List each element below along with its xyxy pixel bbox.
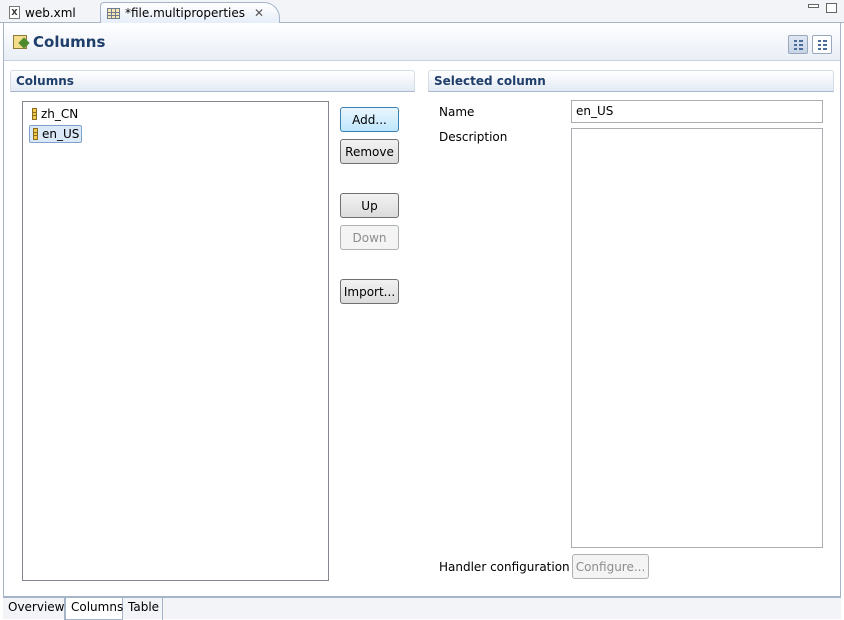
list-item[interactable]: zh_CN: [29, 105, 80, 123]
list-item-label: zh_CN: [41, 107, 79, 121]
description-textarea[interactable]: [571, 128, 823, 548]
layout-horizontal-button[interactable]: [788, 35, 808, 54]
add-button[interactable]: Add...: [340, 107, 399, 132]
selected-column-section-title[interactable]: Selected column: [428, 70, 834, 92]
layout-vertical-button[interactable]: [812, 35, 832, 54]
horizontal-layout-icon: [794, 40, 803, 50]
handler-configuration-label: Handler configuration: [439, 560, 570, 574]
tab-table[interactable]: Table: [123, 598, 163, 620]
tab-label: *file.multiproperties: [125, 6, 245, 20]
page-tab-strip: Overview Columns Table: [3, 597, 841, 620]
down-button[interactable]: Down: [340, 225, 399, 250]
tab-overview[interactable]: Overview: [3, 598, 65, 620]
columns-list[interactable]: zh_CN en_US: [22, 101, 329, 581]
description-label: Description: [439, 130, 508, 144]
maximize-icon[interactable]: [826, 3, 837, 13]
name-input[interactable]: en_US: [571, 100, 823, 123]
column-icon: [33, 128, 38, 140]
minimize-icon[interactable]: [808, 4, 819, 8]
columns-editor-icon: [13, 35, 27, 49]
import-button[interactable]: Import...: [340, 279, 399, 304]
configure-button[interactable]: Configure...: [572, 554, 649, 579]
tab-file-multiproperties[interactable]: *file.multiproperties ✕: [100, 2, 280, 23]
editor-area: Columns Columns Selected column zh_CN en…: [3, 23, 841, 597]
up-button[interactable]: Up: [340, 193, 399, 218]
close-icon[interactable]: ✕: [254, 6, 264, 20]
tab-web-xml[interactable]: X web.xml: [3, 2, 97, 23]
editor-tab-strip: X web.xml *file.multiproperties ✕: [0, 0, 844, 23]
tab-label: web.xml: [25, 5, 76, 20]
column-icon: [32, 108, 37, 120]
list-item[interactable]: en_US: [29, 125, 83, 143]
page-title: Columns: [33, 33, 106, 51]
name-label: Name: [439, 105, 475, 119]
list-item-label: en_US: [42, 127, 80, 141]
columns-section-title[interactable]: Columns: [10, 70, 415, 92]
table-file-icon: [107, 7, 120, 19]
xml-file-icon: X: [9, 6, 20, 19]
remove-button[interactable]: Remove: [340, 139, 399, 164]
tab-columns[interactable]: Columns: [65, 598, 123, 620]
vertical-layout-icon: [818, 40, 827, 50]
form-header: Columns: [4, 23, 840, 61]
